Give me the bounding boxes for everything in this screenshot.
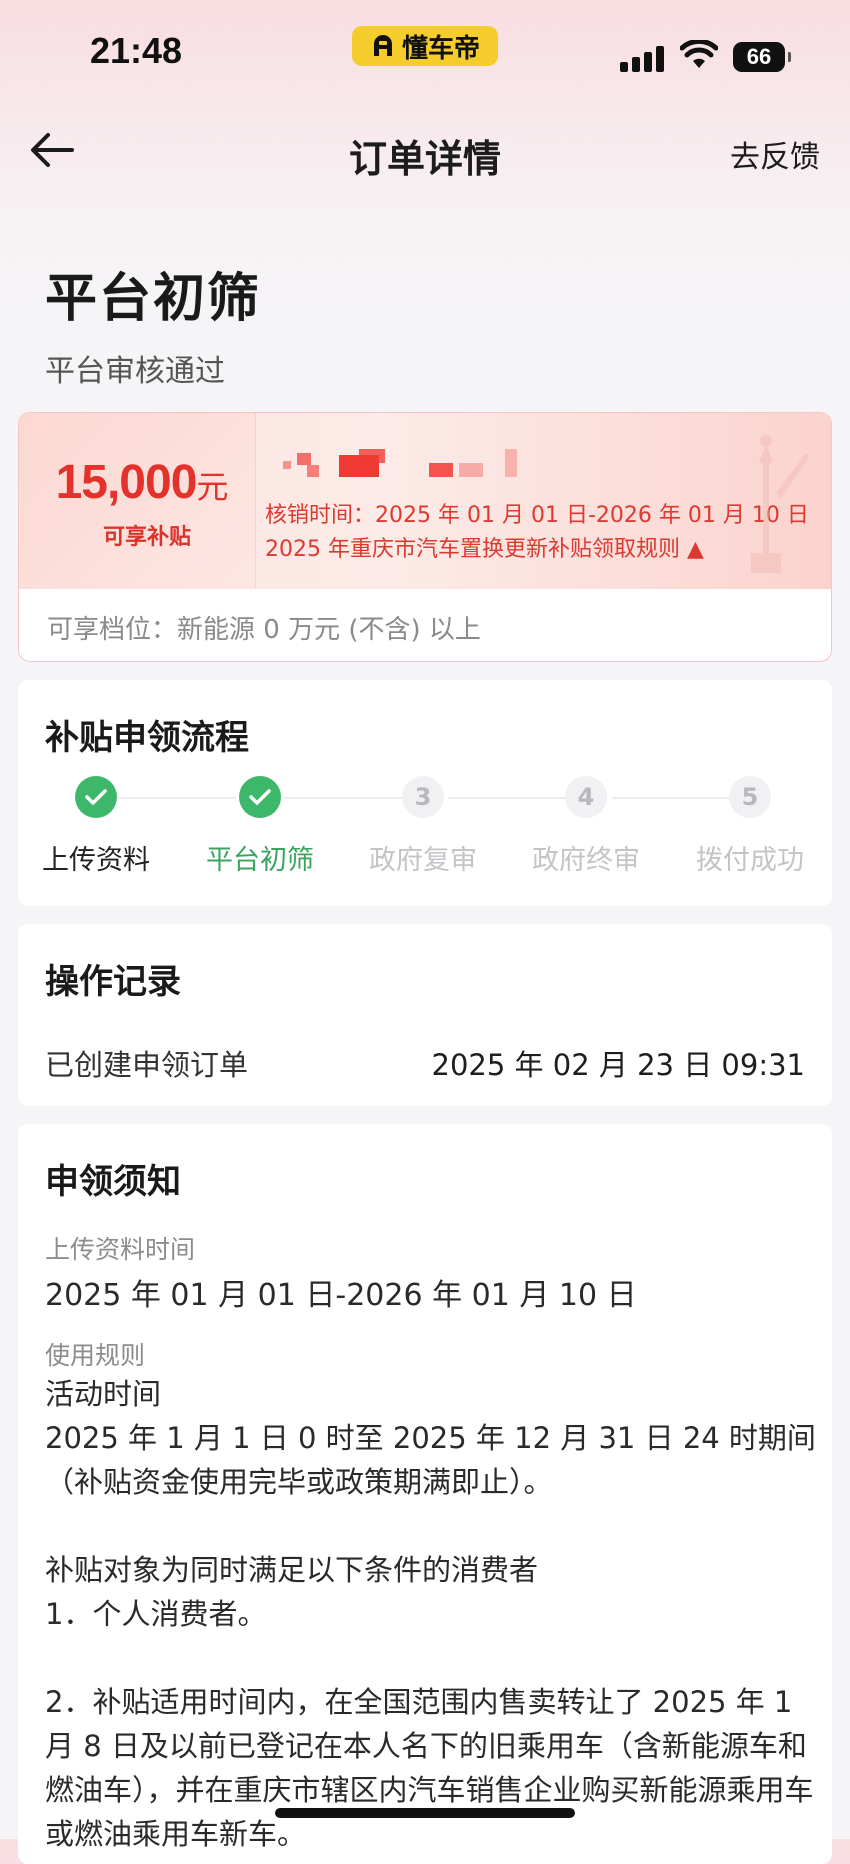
nav-bar: 订单详情 去反馈 — [0, 110, 850, 192]
redacted-title — [283, 449, 563, 479]
process-step: 4 政府终审 — [506, 776, 666, 877]
subsidy-card: 15,000元 可享补贴 核销时间：2025 年 01 月 01 日-2026 … — [18, 412, 832, 662]
subsidy-rules-link[interactable]: 2025 年重庆市汽车置换更新补贴领取规则 ▲ — [265, 531, 704, 563]
record-action: 已创建申领订单 — [45, 1048, 249, 1082]
subsidy-tier: 可享档位：新能源 0 万元 (不含) 以上 — [47, 615, 481, 645]
notice-card: 申领须知 上传资料时间 2025 年 01 月 01 日-2026 年 01 月… — [18, 1124, 832, 1864]
battery-icon: 66 — [733, 42, 791, 72]
notice-title: 申领须知 — [45, 1162, 181, 1202]
process-card: 补贴申领流程 上传资料 平台初筛 3 政府复审 4 政府终审 5 拨付成功 — [18, 680, 832, 906]
rules-period: 2025 年 1 月 1 日 0 时至 2025 年 12 月 31 日 24 … — [45, 1421, 816, 1499]
eligibility-condition: 1．个人消费者。 — [45, 1597, 267, 1631]
process-steps: 上传资料 平台初筛 3 政府复审 4 政府终审 5 拨付成功 — [18, 776, 832, 886]
eligibility-intro: 补贴对象为同时满足以下条件的消费者 — [45, 1553, 539, 1587]
process-step: 平台初筛 — [180, 776, 340, 877]
feedback-link[interactable]: 去反馈 — [730, 132, 820, 176]
app-name: 懂车帝 — [401, 33, 480, 64]
home-indicator[interactable] — [275, 1808, 575, 1818]
order-status-title: 平台初筛 — [45, 269, 262, 329]
page-title: 订单详情 — [348, 137, 501, 181]
process-step-label: 上传资料 — [42, 845, 150, 876]
subsidy-amount-unit: 元 — [196, 468, 229, 506]
subsidy-amount-value: 15,000 — [55, 456, 198, 509]
process-step: 3 政府复审 — [343, 776, 503, 877]
process-step-label: 政府复审 — [369, 845, 477, 876]
process-step: 上传资料 — [16, 776, 176, 877]
process-step: 5 拨付成功 — [670, 776, 830, 877]
upload-time-value: 2025 年 01 月 01 日-2026 年 01 月 10 日 — [45, 1278, 637, 1313]
subsidy-amount: 15,000元 — [37, 455, 247, 510]
app-logo-icon — [373, 35, 392, 56]
check-icon — [239, 776, 281, 818]
process-step-label: 政府终审 — [532, 845, 640, 876]
cellular-signal-icon — [620, 44, 664, 72]
step-number: 5 — [729, 776, 771, 818]
upload-time-label: 上传资料时间 — [45, 1235, 196, 1264]
step-number: 3 — [402, 776, 444, 818]
process-step-label: 平台初筛 — [206, 845, 314, 876]
record-time: 2025 年 02 月 23 日 09:31 — [431, 1048, 806, 1082]
record-row: 已创建申领订单 2025 年 02 月 23 日 09:31 — [45, 1042, 805, 1084]
wifi-icon — [680, 40, 718, 68]
usage-rules-label: 使用规则 — [45, 1341, 146, 1370]
usage-rules-body: 活动时间 2025 年 1 月 1 日 0 时至 2025 年 12 月 31 … — [45, 1372, 825, 1856]
order-status-subtitle: 平台审核通过 — [45, 354, 225, 389]
status-bar: 21:48 懂车帝 66 — [0, 0, 850, 100]
subsidy-amount-label: 可享补贴 — [102, 525, 191, 550]
process-title: 补贴申领流程 — [45, 718, 249, 758]
eligibility-condition: 2．补贴适用时间内，在全国范围内售卖转让了 2025 年 1 月 8 日及以前已… — [45, 1685, 814, 1851]
step-number: 4 — [565, 776, 607, 818]
rules-heading: 活动时间 — [45, 1377, 162, 1411]
app-indicator-pill[interactable]: 懂车帝 — [352, 26, 498, 66]
status-time: 21:48 — [90, 30, 183, 71]
records-card: 操作记录 已创建申领订单 2025 年 02 月 23 日 09:31 — [18, 924, 832, 1106]
check-icon — [75, 776, 117, 818]
records-title: 操作记录 — [45, 962, 181, 1002]
process-step-label: 拨付成功 — [696, 845, 804, 876]
monument-watermark-icon — [751, 435, 809, 573]
